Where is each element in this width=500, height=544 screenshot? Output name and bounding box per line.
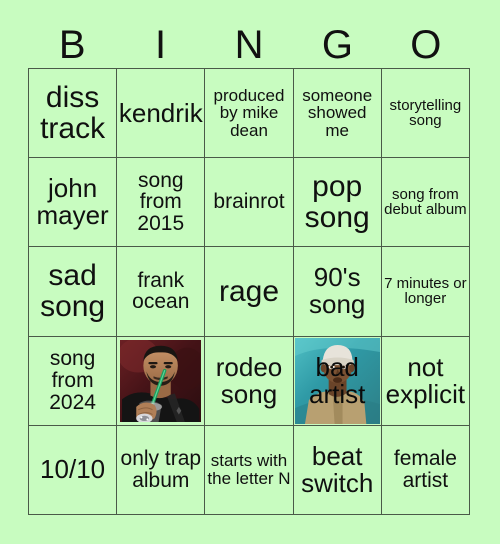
header-letter-o: O xyxy=(410,23,442,67)
bingo-cell-r1c1[interactable]: diss track xyxy=(29,69,118,159)
bingo-cell-r5c4[interactable]: beat switch xyxy=(293,425,382,515)
bingo-cell-label: only trap album xyxy=(120,447,202,492)
bingo-cell-r2c4[interactable]: pop song xyxy=(293,158,382,248)
bingo-cell-label: rage xyxy=(218,274,280,308)
bingo-cell-label: someone showed me xyxy=(302,85,373,140)
bingo-cell-label: beat switch xyxy=(301,440,374,498)
bingo-cell-r3c5[interactable]: 7 minutes or longer xyxy=(381,247,470,337)
bingo-cell-label: song from debut album xyxy=(384,185,467,219)
bingo-cell-r1c5[interactable]: storytelling song xyxy=(381,69,470,159)
bingo-cell-r1c3[interactable]: produced by mike dean xyxy=(205,69,294,159)
bingo-cell-r3c4[interactable]: 90's song xyxy=(293,247,382,337)
bingo-cell-label: storytelling song xyxy=(389,96,462,130)
header-letter-i: I xyxy=(155,23,167,67)
bingo-cell-r5c5[interactable]: female artist xyxy=(381,425,470,515)
bingo-cell-label: pop song xyxy=(304,170,370,235)
bingo-cell-label: brainrot xyxy=(213,190,285,214)
header-letter-b: B xyxy=(58,23,86,67)
bingo-card: B I N G O diss track kendrik produced by… xyxy=(0,0,500,544)
bingo-cell-label: kendrik xyxy=(118,97,203,128)
bingo-cell-r2c2[interactable]: song from 2015 xyxy=(117,158,206,248)
bingo-cell-label: female artist xyxy=(393,447,457,492)
bingo-cell-r4c1[interactable]: song from 2024 xyxy=(29,336,118,426)
bingo-cell-r3c2[interactable]: frank ocean xyxy=(117,247,206,337)
bingo-cell-label: song from 2024 xyxy=(49,346,96,414)
bingo-cell-label: rodeo song xyxy=(215,351,283,409)
bingo-cell-r5c1[interactable]: 10/10 xyxy=(29,425,118,515)
bingo-cell-r2c3[interactable]: brainrot xyxy=(205,158,294,248)
bingo-cell-r4c3[interactable]: rodeo song xyxy=(205,336,294,426)
bingo-cell-r5c3[interactable]: starts with the letter N xyxy=(205,425,294,515)
bingo-cell-r1c4[interactable]: someone showed me xyxy=(293,69,382,159)
drake-drinking-photo xyxy=(120,339,202,422)
bingo-cell-r4c5[interactable]: not explicit xyxy=(381,336,470,426)
bingo-cell-r2c5[interactable]: song from debut album xyxy=(381,158,470,248)
bingo-cell-label: frank ocean xyxy=(132,268,190,314)
header-letter-n: N xyxy=(234,23,264,67)
header-letter-g: G xyxy=(321,23,353,67)
bingo-cell-r4c4[interactable]: bad artist xyxy=(293,336,382,426)
bingo-cell-r1c2[interactable]: kendrik xyxy=(117,69,206,159)
bingo-cell-label: 7 minutes or longer xyxy=(384,274,467,308)
bingo-cell-label: starts with the letter N xyxy=(207,451,291,488)
bingo-cell-label: song from 2015 xyxy=(137,168,185,236)
bingo-cell-label: produced by mike dean xyxy=(213,85,285,140)
bingo-cell-label: 90's song xyxy=(309,262,366,320)
bingo-cell-label: 10/10 xyxy=(40,454,106,485)
bingo-cell-r3c1[interactable]: sad song xyxy=(29,247,118,337)
bingo-cell-r4c2[interactable] xyxy=(117,336,206,426)
bingo-cell-r3c3[interactable]: rage xyxy=(205,247,294,337)
bingo-cell-r2c1[interactable]: john mayer xyxy=(29,158,118,248)
bingo-header-row: B I N G O xyxy=(28,22,470,68)
bingo-cell-label: bad artist xyxy=(309,351,366,409)
bingo-cell-label: sad song xyxy=(40,259,106,324)
bingo-cell-label: not explicit xyxy=(385,351,466,409)
bingo-cell-r5c2[interactable]: only trap album xyxy=(117,425,206,515)
bingo-grid: diss track kendrik produced by mike dean… xyxy=(28,68,470,515)
bingo-cell-label: diss track xyxy=(40,80,106,146)
bingo-cell-label: john mayer xyxy=(36,173,109,231)
